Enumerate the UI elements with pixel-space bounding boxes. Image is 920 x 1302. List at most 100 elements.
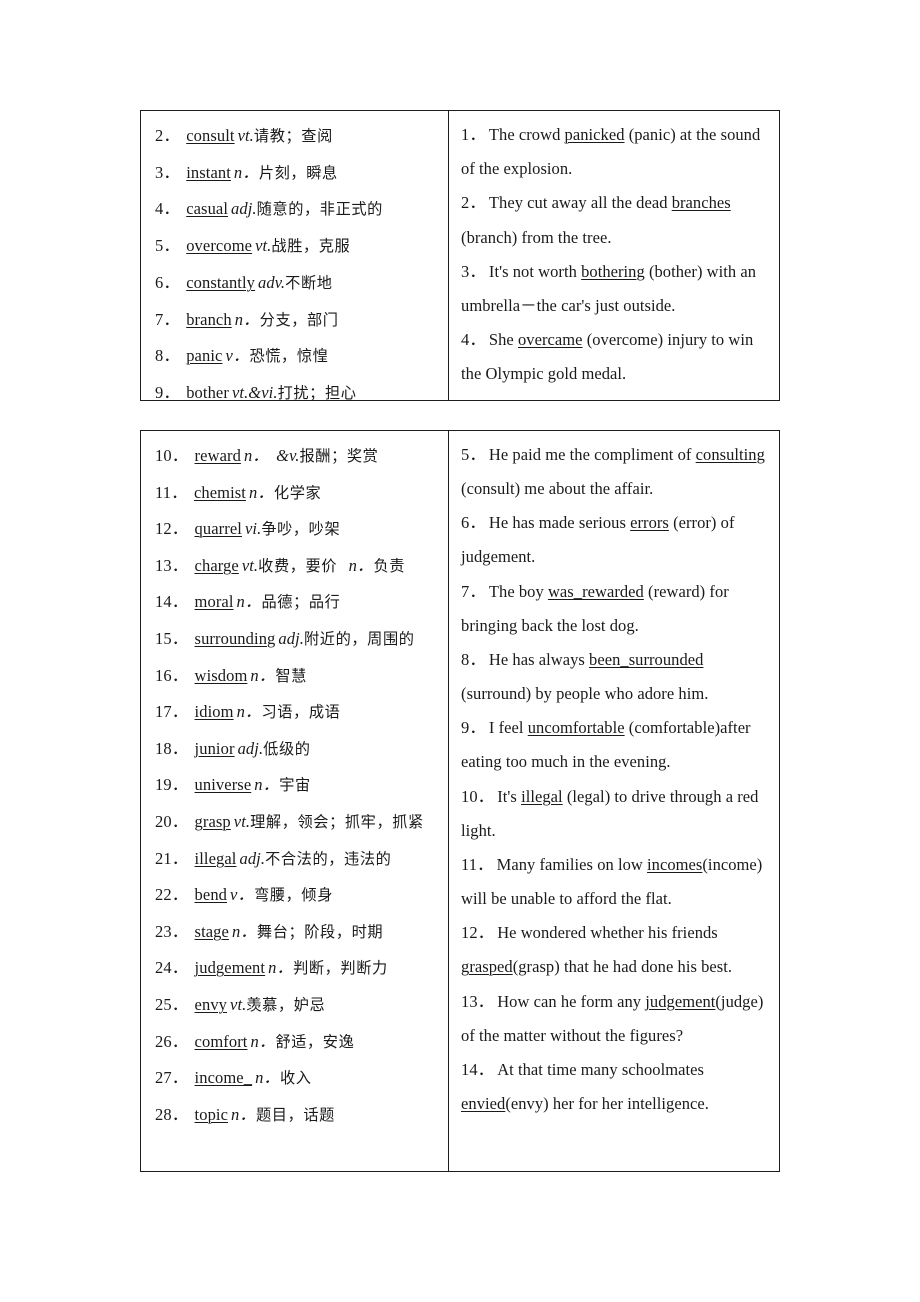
vocabulary-word: moral [194,592,234,612]
sentence-entry: 11Many families on low incomes(income) w… [461,848,767,916]
vocabulary-entry: 26 comfortn．舒适，安逸 [155,1024,438,1061]
part-of-speech: n． [248,482,274,502]
sentence-answer: grasped [461,957,513,977]
sentence-text-before: The boy [488,581,548,601]
vocabulary-word: stage [194,921,229,941]
sentence-text-before: Many families on low [496,854,648,874]
vocabulary-word: chemist [193,482,246,502]
vocabulary-word: bend [194,885,228,905]
part-of-speech: n． [268,958,294,978]
entry-number: 28 [155,1105,188,1124]
vocabulary-entry: 24 judgementn．判断，判断力 [155,950,438,987]
sentence-answer: errors [630,513,669,533]
part-of-speech: n． [231,1104,256,1124]
vocabulary-entry: 5 overcomevt.战胜，克服 [155,228,438,265]
vocabulary-word: reward [194,446,241,465]
entry-number: 3 [155,163,180,182]
entry-number: 21 [155,849,188,868]
part-of-speech: adj. [231,199,257,219]
chinese-definition: 宇宙 [279,776,311,795]
vocabulary-entry: 6 constantlyadv.不断地 [155,265,438,302]
vocabulary-word: charge [194,555,239,575]
sentence-number: 1 [461,125,486,144]
chinese-definition: 打扰；担心 [277,383,357,400]
vocabulary-entry: 7 branchn．分支，部门 [155,302,438,339]
sentence-text-before: They cut away all the dead [488,193,672,213]
sentence-text-after: (branch) from the tree. [461,227,612,247]
chinese-definition: 报酬；奖赏 [299,447,379,465]
sentence-answer: panicked [564,125,625,144]
chinese-definition: 收费，要价 [258,556,338,575]
chinese-definition: 舞台；阶段，时期 [256,922,384,941]
entry-number: 15 [155,629,188,648]
vocabulary-word: branch [186,309,232,329]
sentence-text-before: How can he form any [497,991,646,1011]
sentence-text-after: (consult) me about the affair. [461,479,654,499]
vocabulary-word: judgement [194,958,266,978]
entry-number: 2 [155,126,180,145]
vocabulary-entry: 13 chargevt.收费，要价 n．负责 [155,548,438,585]
sentence-answer: overcame [517,330,583,350]
part-of-speech: n． [255,1068,281,1088]
part-of-speech: adv. [258,272,286,292]
sentence-answer: envied [461,1093,506,1113]
sentence-answer: uncomfortable [527,718,625,738]
sentence-column-two: 5He paid me the compliment of consulting… [449,431,779,1171]
entry-number: 11 [155,483,188,502]
vocabulary-entry: 20 graspvt.理解，领会；抓牢，抓紧 [155,804,438,841]
sentence-answer: judgement [645,991,716,1011]
vocabulary-word: surrounding [194,628,276,648]
sentence-text-before: She [488,330,518,350]
entry-number: 18 [155,739,188,758]
part-of-speech: vt. [241,555,259,575]
vocabulary-entry: 8 panicv．恐慌，惊惶 [155,338,438,375]
sentence-number: 9 [461,718,486,737]
chinese-definition: 不合法的，违法的 [265,849,392,868]
part-of-speech: vt. [233,811,251,831]
vocabulary-entry: 28 topicn．题目，话题 [155,1097,438,1134]
part-of-speech: n． [231,921,257,941]
part-of-speech: adj. [239,848,266,868]
sentence-number: 2 [461,193,486,212]
entry-number: 24 [155,958,188,977]
entry-number: 27 [155,1068,188,1087]
entry-number: 23 [155,922,188,941]
entry-number: 14 [155,592,188,611]
sentence-answer: been_surrounded [589,649,704,669]
chinese-definition: 羡慕，妒忌 [246,995,326,1014]
sentence-number: 10 [461,787,494,806]
vocabulary-entry: 22 bendv．弯腰，倾身 [155,877,438,914]
entry-number: 16 [155,666,188,685]
entry-number: 26 [155,1032,188,1051]
chinese-definition: 收入 [280,1069,312,1088]
vocabulary-word: constantly [186,272,256,292]
sentence-answer: incomes [647,854,703,874]
sentence-entry: 2They cut away all the dead branches (br… [461,186,767,254]
vocabulary-word: income_ [194,1068,253,1088]
sentence-entry: 4She overcame (overcome) injury to win t… [461,323,767,391]
part-of-speech: v． [230,885,255,905]
entry-number: 4 [155,199,180,218]
part-of-speech: v． [225,346,250,366]
chinese-definition: 战胜，克服 [271,237,351,256]
vocabulary-entry: 15 surroundingadj.附近的，周围的 [155,621,438,658]
sentence-number: 7 [461,582,486,601]
vocabulary-word: consult [186,126,235,145]
vocabulary-table-two: 10 rewardn． &v.报酬；奖赏11 chemistn．化学家12 qu… [140,430,780,1172]
vocabulary-entry: 17 idiomn．习语，成语 [155,694,438,731]
chinese-definition: 片刻，瞬息 [258,163,338,182]
entry-number: 19 [155,775,188,794]
chinese-definition: 弯腰，倾身 [254,886,333,905]
part-of-speech: n． [234,309,260,329]
vocabulary-table-one: 2 consultvt.请教；查阅3 instantn．片刻，瞬息4 casua… [140,110,780,401]
vocabulary-entry: 10 rewardn． &v.报酬；奖赏 [155,438,438,475]
vocabulary-word: overcome [186,236,253,256]
chinese-definition: 舒适，安逸 [275,1032,355,1051]
chinese-definition: 恐慌，惊惶 [249,347,329,366]
entry-number: 8 [155,346,180,365]
sentence-answer: branches [671,193,731,213]
chinese-definition: 不断地 [285,273,333,292]
vocabulary-word: envy [194,994,228,1014]
vocabulary-entry: 2 consultvt.请教；查阅 [155,118,438,155]
vocabulary-word: illegal [194,848,237,868]
